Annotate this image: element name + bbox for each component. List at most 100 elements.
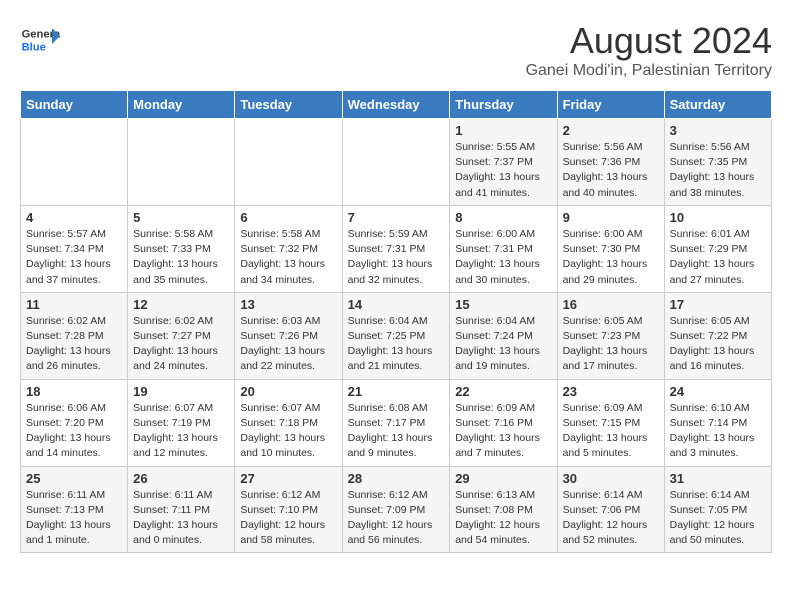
day-number: 26 — [133, 471, 229, 486]
day-info: Sunrise: 6:12 AMSunset: 7:09 PMDaylight:… — [348, 488, 445, 549]
calendar-cell — [21, 119, 128, 206]
day-number: 17 — [670, 297, 766, 312]
calendar-week-4: 18 Sunrise: 6:06 AMSunset: 7:20 PMDayligh… — [21, 379, 772, 466]
calendar-cell — [128, 119, 235, 206]
day-info: Sunrise: 6:06 AMSunset: 7:20 PMDaylight:… — [26, 401, 122, 462]
day-number: 9 — [563, 210, 659, 225]
day-info: Sunrise: 6:07 AMSunset: 7:19 PMDaylight:… — [133, 401, 229, 462]
day-info: Sunrise: 6:14 AMSunset: 7:05 PMDaylight:… — [670, 488, 766, 549]
day-info: Sunrise: 6:12 AMSunset: 7:10 PMDaylight:… — [240, 488, 336, 549]
day-number: 21 — [348, 384, 445, 399]
day-number: 29 — [455, 471, 551, 486]
day-info: Sunrise: 6:00 AMSunset: 7:31 PMDaylight:… — [455, 227, 551, 288]
day-number: 14 — [348, 297, 445, 312]
calendar-cell: 17 Sunrise: 6:05 AMSunset: 7:22 PMDayligh… — [664, 292, 771, 379]
calendar-cell: 22 Sunrise: 6:09 AMSunset: 7:16 PMDayligh… — [450, 379, 557, 466]
weekday-header-sunday: Sunday — [21, 91, 128, 119]
calendar-cell: 29 Sunrise: 6:13 AMSunset: 7:08 PMDayligh… — [450, 466, 557, 553]
day-info: Sunrise: 6:08 AMSunset: 7:17 PMDaylight:… — [348, 401, 445, 462]
day-number: 19 — [133, 384, 229, 399]
day-info: Sunrise: 5:59 AMSunset: 7:31 PMDaylight:… — [348, 227, 445, 288]
day-info: Sunrise: 5:56 AMSunset: 7:36 PMDaylight:… — [563, 140, 659, 201]
day-number: 8 — [455, 210, 551, 225]
day-info: Sunrise: 6:01 AMSunset: 7:29 PMDaylight:… — [670, 227, 766, 288]
day-number: 3 — [670, 123, 766, 138]
day-number: 13 — [240, 297, 336, 312]
day-info: Sunrise: 6:11 AMSunset: 7:11 PMDaylight:… — [133, 488, 229, 549]
day-number: 11 — [26, 297, 122, 312]
calendar-cell: 27 Sunrise: 6:12 AMSunset: 7:10 PMDayligh… — [235, 466, 342, 553]
weekday-header-friday: Friday — [557, 91, 664, 119]
subtitle: Ganei Modi'in, Palestinian Territory — [526, 62, 772, 80]
day-info: Sunrise: 5:55 AMSunset: 7:37 PMDaylight:… — [455, 140, 551, 201]
calendar-table: SundayMondayTuesdayWednesdayThursdayFrid… — [20, 90, 772, 553]
calendar-cell: 15Sunrise: 6:04 AMSunset: 7:24 PMDayligh… — [450, 292, 557, 379]
weekday-header-tuesday: Tuesday — [235, 91, 342, 119]
day-info: Sunrise: 6:02 AMSunset: 7:28 PMDaylight:… — [26, 314, 122, 375]
svg-text:Blue: Blue — [22, 41, 46, 53]
calendar-cell: 14 Sunrise: 6:04 AMSunset: 7:25 PMDayligh… — [342, 292, 450, 379]
calendar-cell: 11 Sunrise: 6:02 AMSunset: 7:28 PMDayligh… — [21, 292, 128, 379]
day-info: Sunrise: 5:58 AMSunset: 7:33 PMDaylight:… — [133, 227, 229, 288]
calendar-cell: 28 Sunrise: 6:12 AMSunset: 7:09 PMDayligh… — [342, 466, 450, 553]
calendar-cell: 10 Sunrise: 6:01 AMSunset: 7:29 PMDayligh… — [664, 205, 771, 292]
calendar-week-2: 4Sunrise: 5:57 AMSunset: 7:34 PMDaylight… — [21, 205, 772, 292]
page-header: General Blue August 2024 Ganei Modi'in, … — [20, 20, 772, 80]
day-number: 1 — [455, 123, 551, 138]
calendar-cell: 16Sunrise: 6:05 AMSunset: 7:23 PMDayligh… — [557, 292, 664, 379]
calendar-cell — [235, 119, 342, 206]
day-info: Sunrise: 6:05 AMSunset: 7:22 PMDaylight:… — [670, 314, 766, 375]
title-block: August 2024 Ganei Modi'in, Palestinian T… — [526, 20, 772, 80]
day-info: Sunrise: 6:09 AMSunset: 7:16 PMDaylight:… — [455, 401, 551, 462]
weekday-header-row: SundayMondayTuesdayWednesdayThursdayFrid… — [21, 91, 772, 119]
calendar-cell: 21 Sunrise: 6:08 AMSunset: 7:17 PMDayligh… — [342, 379, 450, 466]
day-number: 5 — [133, 210, 229, 225]
calendar-cell: 7 Sunrise: 5:59 AMSunset: 7:31 PMDaylight… — [342, 205, 450, 292]
day-number: 6 — [240, 210, 336, 225]
day-number: 22 — [455, 384, 551, 399]
calendar-cell — [342, 119, 450, 206]
calendar-cell: 18 Sunrise: 6:06 AMSunset: 7:20 PMDayligh… — [21, 379, 128, 466]
calendar-cell: 31 Sunrise: 6:14 AMSunset: 7:05 PMDayligh… — [664, 466, 771, 553]
day-number: 24 — [670, 384, 766, 399]
day-info: Sunrise: 5:56 AMSunset: 7:35 PMDaylight:… — [670, 140, 766, 201]
calendar-cell: 25Sunrise: 6:11 AMSunset: 7:13 PMDayligh… — [21, 466, 128, 553]
calendar-week-5: 25Sunrise: 6:11 AMSunset: 7:13 PMDayligh… — [21, 466, 772, 553]
calendar-cell: 26 Sunrise: 6:11 AMSunset: 7:11 PMDayligh… — [128, 466, 235, 553]
calendar-cell: 12 Sunrise: 6:02 AMSunset: 7:27 PMDayligh… — [128, 292, 235, 379]
day-info: Sunrise: 5:57 AMSunset: 7:34 PMDaylight:… — [26, 227, 122, 288]
day-number: 20 — [240, 384, 336, 399]
day-number: 7 — [348, 210, 445, 225]
calendar-cell: 8 Sunrise: 6:00 AMSunset: 7:31 PMDaylight… — [450, 205, 557, 292]
day-info: Sunrise: 6:04 AMSunset: 7:24 PMDaylight:… — [455, 314, 551, 375]
day-number: 10 — [670, 210, 766, 225]
day-info: Sunrise: 6:03 AMSunset: 7:26 PMDaylight:… — [240, 314, 336, 375]
day-number: 31 — [670, 471, 766, 486]
day-info: Sunrise: 6:13 AMSunset: 7:08 PMDaylight:… — [455, 488, 551, 549]
day-info: Sunrise: 5:58 AMSunset: 7:32 PMDaylight:… — [240, 227, 336, 288]
day-number: 25 — [26, 471, 122, 486]
calendar-week-1: 1 Sunrise: 5:55 AMSunset: 7:37 PMDaylight… — [21, 119, 772, 206]
day-info: Sunrise: 6:07 AMSunset: 7:18 PMDaylight:… — [240, 401, 336, 462]
day-info: Sunrise: 6:14 AMSunset: 7:06 PMDaylight:… — [563, 488, 659, 549]
day-number: 28 — [348, 471, 445, 486]
weekday-header-saturday: Saturday — [664, 91, 771, 119]
calendar-cell: 6 Sunrise: 5:58 AMSunset: 7:32 PMDaylight… — [235, 205, 342, 292]
calendar-cell: 30Sunrise: 6:14 AMSunset: 7:06 PMDayligh… — [557, 466, 664, 553]
day-number: 12 — [133, 297, 229, 312]
calendar-cell: 9Sunrise: 6:00 AMSunset: 7:30 PMDaylight… — [557, 205, 664, 292]
day-info: Sunrise: 6:04 AMSunset: 7:25 PMDaylight:… — [348, 314, 445, 375]
day-info: Sunrise: 6:05 AMSunset: 7:23 PMDaylight:… — [563, 314, 659, 375]
weekday-header-wednesday: Wednesday — [342, 91, 450, 119]
day-number: 18 — [26, 384, 122, 399]
calendar-cell: 24 Sunrise: 6:10 AMSunset: 7:14 PMDayligh… — [664, 379, 771, 466]
day-number: 23 — [563, 384, 659, 399]
day-number: 27 — [240, 471, 336, 486]
calendar-cell: 20 Sunrise: 6:07 AMSunset: 7:18 PMDayligh… — [235, 379, 342, 466]
day-info: Sunrise: 6:02 AMSunset: 7:27 PMDaylight:… — [133, 314, 229, 375]
calendar-cell: 5 Sunrise: 5:58 AMSunset: 7:33 PMDaylight… — [128, 205, 235, 292]
day-info: Sunrise: 6:10 AMSunset: 7:14 PMDaylight:… — [670, 401, 766, 462]
calendar-cell: 3 Sunrise: 5:56 AMSunset: 7:35 PMDaylight… — [664, 119, 771, 206]
calendar-cell: 2Sunrise: 5:56 AMSunset: 7:36 PMDaylight… — [557, 119, 664, 206]
calendar-cell: 4Sunrise: 5:57 AMSunset: 7:34 PMDaylight… — [21, 205, 128, 292]
